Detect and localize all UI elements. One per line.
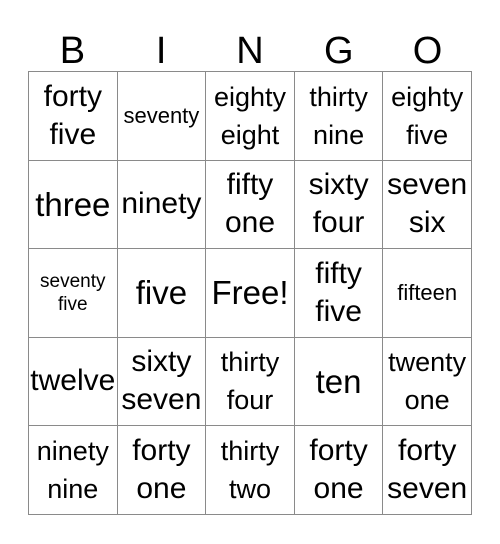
bingo-cell-label: forty one [309,433,368,505]
bingo-cell-label: thirty two [220,435,280,504]
bingo-row: seventy five five Free! fifty five fifteen [29,249,472,338]
bingo-cell[interactable]: seventy [117,72,207,161]
bingo-cell-label: ninety [121,187,202,221]
bingo-cell[interactable]: seventy five [29,249,118,338]
bingo-cell[interactable]: forty five [29,72,118,161]
bingo-row: ninety nine forty one thirty two forty one forty… [29,426,472,515]
bingo-cell-label: forty seven [387,433,468,505]
bingo-cell-label: sixty seven [121,345,202,417]
bingo-cell-label: ten [315,362,362,400]
bingo-cell-label: fifty five [315,256,362,328]
bingo-free-space[interactable]: Free! [206,249,295,338]
bingo-cell[interactable]: eighty eight [206,72,295,161]
bingo-cell[interactable]: forty one [294,426,384,515]
bingo-cell-label: seventy five [40,270,106,315]
bingo-cell[interactable]: three [29,160,118,249]
bingo-cell-label: fifteen [397,279,458,305]
bingo-cell-label: five [135,274,188,312]
bingo-cell-label: seven six [387,168,468,240]
bingo-cell[interactable]: forty one [117,426,207,515]
bingo-cell[interactable]: twelve [29,337,118,426]
bingo-cell-label: twelve [30,364,116,398]
bingo-cell[interactable]: ninety [117,160,207,249]
bingo-row: forty five seventy eighty eight thirty nine eig… [29,72,472,161]
bingo-cell[interactable]: fifty one [206,160,295,249]
bingo-cell-label: thirty four [220,347,280,416]
bingo-header-letter-b: B [59,30,86,72]
bingo-cell-label: seventy [123,102,200,128]
bingo-header-letter-n: N [236,30,264,72]
bingo-cell[interactable]: ten [294,337,384,426]
bingo-cell-label: thirty nine [309,81,368,150]
bingo-header-letter-g: G [324,30,354,72]
bingo-header-row: B I N G O [28,14,472,71]
bingo-cell-label: Free! [211,274,289,312]
bingo-cell-label: forty five [43,79,102,151]
bingo-header-letter-o: O [412,30,443,72]
bingo-cell[interactable]: seven six [383,160,472,249]
bingo-header-letter-i: I [155,30,167,72]
bingo-cell[interactable]: thirty four [206,337,295,426]
bingo-cell-label: three [35,185,111,223]
bingo-cell-label: ninety nine [36,435,109,504]
bingo-card: B I N G O forty five seventy eighty eight thi… [28,14,472,515]
bingo-cell-label: eighty eight [213,81,287,150]
bingo-cell[interactable]: twenty one [383,337,472,426]
bingo-row: three ninety fifty one sixty four seven six [29,160,472,249]
bingo-cell-label: sixty four [308,168,369,240]
bingo-row: twelve sixty seven thirty four ten twenty one [29,337,472,426]
bingo-grid: forty five seventy eighty eight thirty nine eig… [28,71,472,515]
bingo-cell-label: twenty one [388,347,467,416]
bingo-cell[interactable]: forty seven [383,426,472,515]
bingo-cell[interactable]: thirty nine [294,72,384,161]
bingo-cell-label: eighty five [391,81,464,150]
bingo-cell[interactable]: fifty five [294,249,384,338]
bingo-cell[interactable]: sixty seven [117,337,207,426]
bingo-cell-label: fifty one [224,168,276,240]
bingo-cell[interactable]: thirty two [206,426,295,515]
bingo-cell[interactable]: ninety nine [29,426,118,515]
bingo-cell[interactable]: fifteen [383,249,472,338]
bingo-cell-label: forty one [132,433,191,505]
bingo-cell[interactable]: eighty five [383,72,472,161]
bingo-cell[interactable]: sixty four [294,160,384,249]
bingo-cell[interactable]: five [117,249,207,338]
